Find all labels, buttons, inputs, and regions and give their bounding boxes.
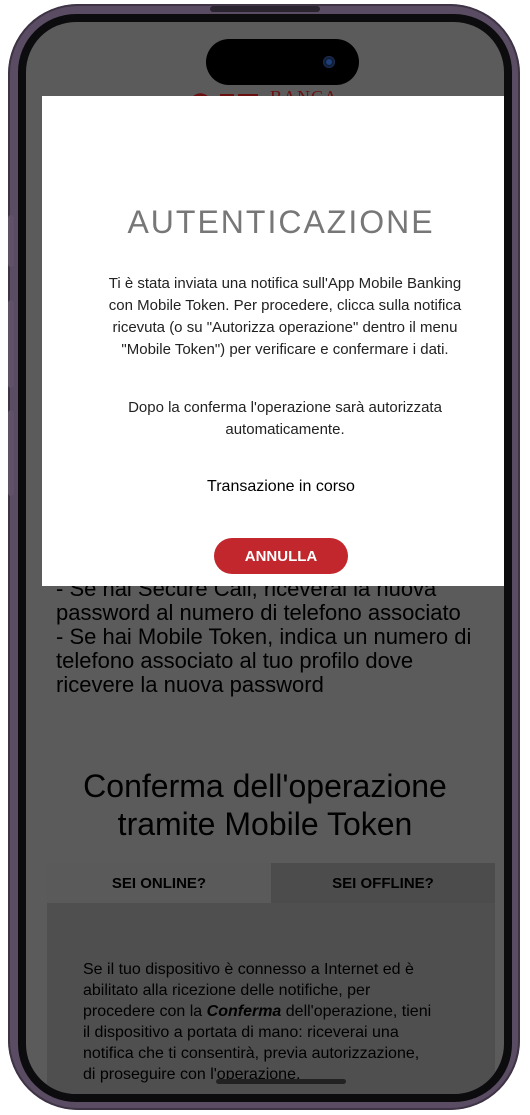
panel-text-fragment: dell'operazione, tieni bbox=[281, 1003, 432, 1020]
info-line: - Se hai Mobile Token, indica un numero … bbox=[56, 624, 472, 649]
dynamic-island bbox=[206, 39, 359, 85]
camera-icon bbox=[323, 56, 335, 68]
modal-title: AUTENTICAZIONE bbox=[127, 204, 435, 240]
modal-line: ricevuta (o su "Autorizza operazione" de… bbox=[112, 319, 458, 336]
phone-screen: BANCA - Se hai Secure Call, riceverai la… bbox=[26, 22, 504, 1094]
phone-volume-up bbox=[8, 300, 14, 388]
phone-volume-down bbox=[8, 410, 14, 496]
modal-line: con Mobile Token. Per procedere, clicca … bbox=[108, 297, 462, 314]
panel-line: il dispositivo a portata di mano: riceve… bbox=[83, 1024, 399, 1041]
info-line: password al numero di telefono associato bbox=[56, 600, 461, 625]
section-title-line: Conferma dell'operazione bbox=[83, 768, 447, 804]
confirm-emphasis: Conferma bbox=[206, 1003, 282, 1020]
section-title: Conferma dell'operazione tramite Mobile … bbox=[26, 767, 504, 843]
panel-line: Se il tuo dispositivo è connesso a Inter… bbox=[83, 961, 414, 978]
modal-line: "Mobile Token") per verificare e conferm… bbox=[121, 341, 449, 358]
panel-line: notifica che ti consentirà, previa autor… bbox=[83, 1045, 420, 1062]
tab-online[interactable]: SEI ONLINE? bbox=[47, 863, 271, 907]
info-line: ricevere la nuova password bbox=[56, 672, 324, 697]
phone-top-edge bbox=[210, 6, 320, 12]
tab-panel-online: Se il tuo dispositivo è connesso a Inter… bbox=[47, 903, 495, 1094]
modal-auto-confirm-text: Dopo la conferma l'operazione sarà autor… bbox=[80, 397, 490, 441]
transaction-status: Transazione in corso bbox=[207, 478, 355, 495]
online-offline-tabs: SEI ONLINE? SEI OFFLINE? bbox=[47, 863, 495, 907]
phone-mute-switch bbox=[8, 215, 14, 267]
home-indicator[interactable] bbox=[216, 1079, 346, 1084]
modal-line: Ti è stata inviata una notifica sull'App… bbox=[108, 275, 462, 292]
modal-line: Dopo la conferma l'operazione sarà autor… bbox=[128, 399, 442, 416]
password-info-text: - Se hai Secure Call, riceverai la nuova… bbox=[56, 577, 496, 697]
modal-instructions: Ti è stata inviata una notifica sull'App… bbox=[80, 273, 490, 361]
section-title-line: tramite Mobile Token bbox=[117, 806, 413, 842]
panel-line: abilitato alla ricezione delle notifiche… bbox=[83, 982, 371, 999]
panel-line: procedere con la Conferma dell'operazion… bbox=[83, 1001, 473, 1022]
cancel-button[interactable]: ANNULLA bbox=[214, 538, 348, 574]
modal-line: automaticamente. bbox=[225, 421, 345, 438]
online-instructions: Se il tuo dispositivo è connesso a Inter… bbox=[83, 959, 473, 1085]
info-line: telefono associato al tuo profilo dove bbox=[56, 648, 414, 673]
authentication-modal: AUTENTICAZIONE Ti è stata inviata una no… bbox=[42, 96, 504, 586]
panel-text-fragment: procedere con la bbox=[83, 1003, 207, 1020]
tab-offline[interactable]: SEI OFFLINE? bbox=[271, 863, 495, 903]
